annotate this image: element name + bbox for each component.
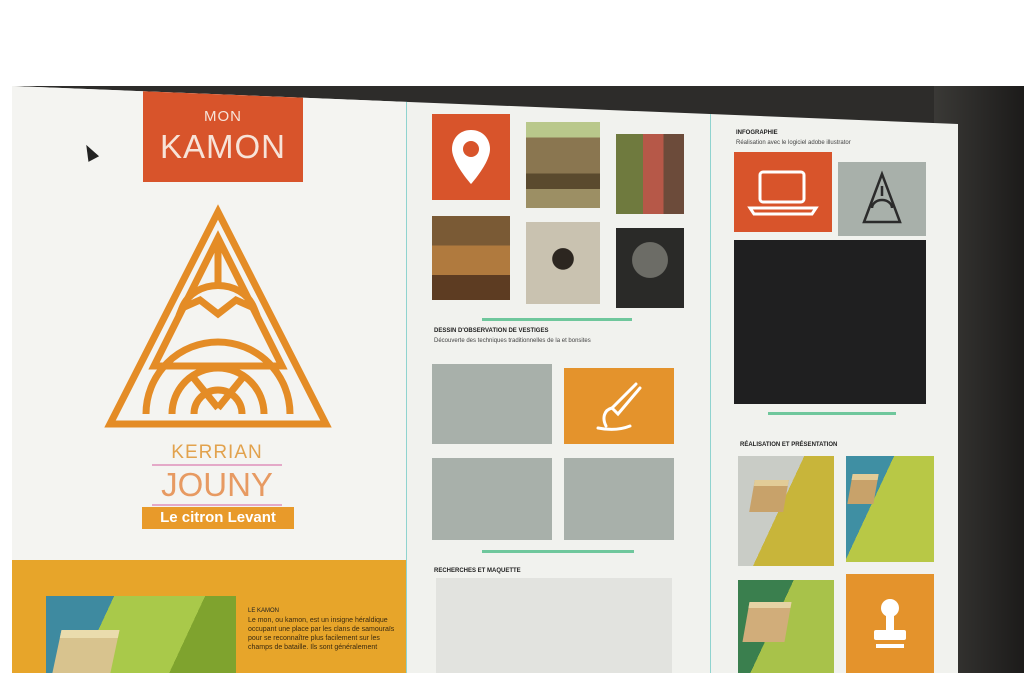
band-paragraph: Le mon, ou kamon, est un insigne héraldi… <box>248 617 395 651</box>
laptop-tile[interactable] <box>734 152 832 232</box>
band-title: LE KAMON <box>248 608 280 614</box>
project-subtitle: Le citron Levant <box>142 507 294 529</box>
eye-triangle-icon <box>862 170 902 224</box>
guide-line <box>406 86 407 673</box>
cube-shape <box>50 630 120 673</box>
collection-title: COLLECTION JAPONAISE <box>430 90 506 96</box>
cube-shape <box>847 474 879 504</box>
kamon-logo <box>104 204 332 428</box>
author-first-name: KERRIAN <box>152 442 282 466</box>
section-divider <box>768 412 896 415</box>
eye-tile[interactable] <box>838 162 926 236</box>
placeholder-tile[interactable] <box>432 364 552 444</box>
cube-photo[interactable] <box>738 456 834 566</box>
dark-screen-placeholder[interactable] <box>734 240 926 404</box>
cube-photo[interactable] <box>738 580 834 673</box>
left-panel: MON KAMON KERRIAN JOUNY Le citron Levant… <box>12 86 406 673</box>
cube-photo[interactable] <box>846 456 934 562</box>
pin-tile[interactable] <box>432 114 510 200</box>
infographic-title: INFOGRAPHIE <box>736 130 778 136</box>
drawing-section-title: DESSIN D'OBSERVATION DE VESTIGES <box>434 328 549 334</box>
monitor: MON KAMON KERRIAN JOUNY Le citron Levant… <box>12 86 1024 673</box>
cube-shape <box>742 602 792 642</box>
mask-photo[interactable] <box>616 228 684 308</box>
interior-photo[interactable] <box>432 216 510 300</box>
kamon-title-box: MON KAMON <box>143 86 303 182</box>
research-section-title: RECHERCHES ET MAQUETTE <box>434 568 521 574</box>
sketch-photo[interactable] <box>526 222 600 304</box>
map-pin-icon <box>452 130 490 184</box>
stamp-tile[interactable] <box>846 574 934 673</box>
placeholder-tile[interactable] <box>564 458 674 540</box>
brush-tile[interactable] <box>564 368 674 444</box>
temple-photo[interactable] <box>526 122 600 208</box>
placeholder-tile[interactable] <box>432 458 552 540</box>
statue-photo[interactable] <box>616 134 684 214</box>
infographic-line: Réalisation avec le logiciel adobe illus… <box>736 140 851 146</box>
drawing-section-line: Découverte des techniques traditionnelle… <box>434 338 591 344</box>
author-last-name: JOUNY <box>152 466 282 506</box>
cube-shape <box>749 480 789 512</box>
section-divider <box>482 550 634 553</box>
brush-icon <box>596 382 642 431</box>
laptop-icon <box>747 170 819 216</box>
mockup-placeholder[interactable] <box>436 578 672 673</box>
guide-line <box>710 86 711 673</box>
realisation-title: RÉALISATION ET PRÉSENTATION <box>740 442 838 448</box>
kamon-small-title: MON <box>204 108 242 125</box>
section-divider <box>482 318 632 321</box>
kamon-big-title: KAMON <box>159 128 286 165</box>
design-canvas[interactable]: MON KAMON KERRIAN JOUNY Le citron Levant… <box>12 86 958 673</box>
collection-line: à renforcer suite lanceur la matière lan… <box>430 98 582 104</box>
stamp-icon <box>874 599 906 648</box>
